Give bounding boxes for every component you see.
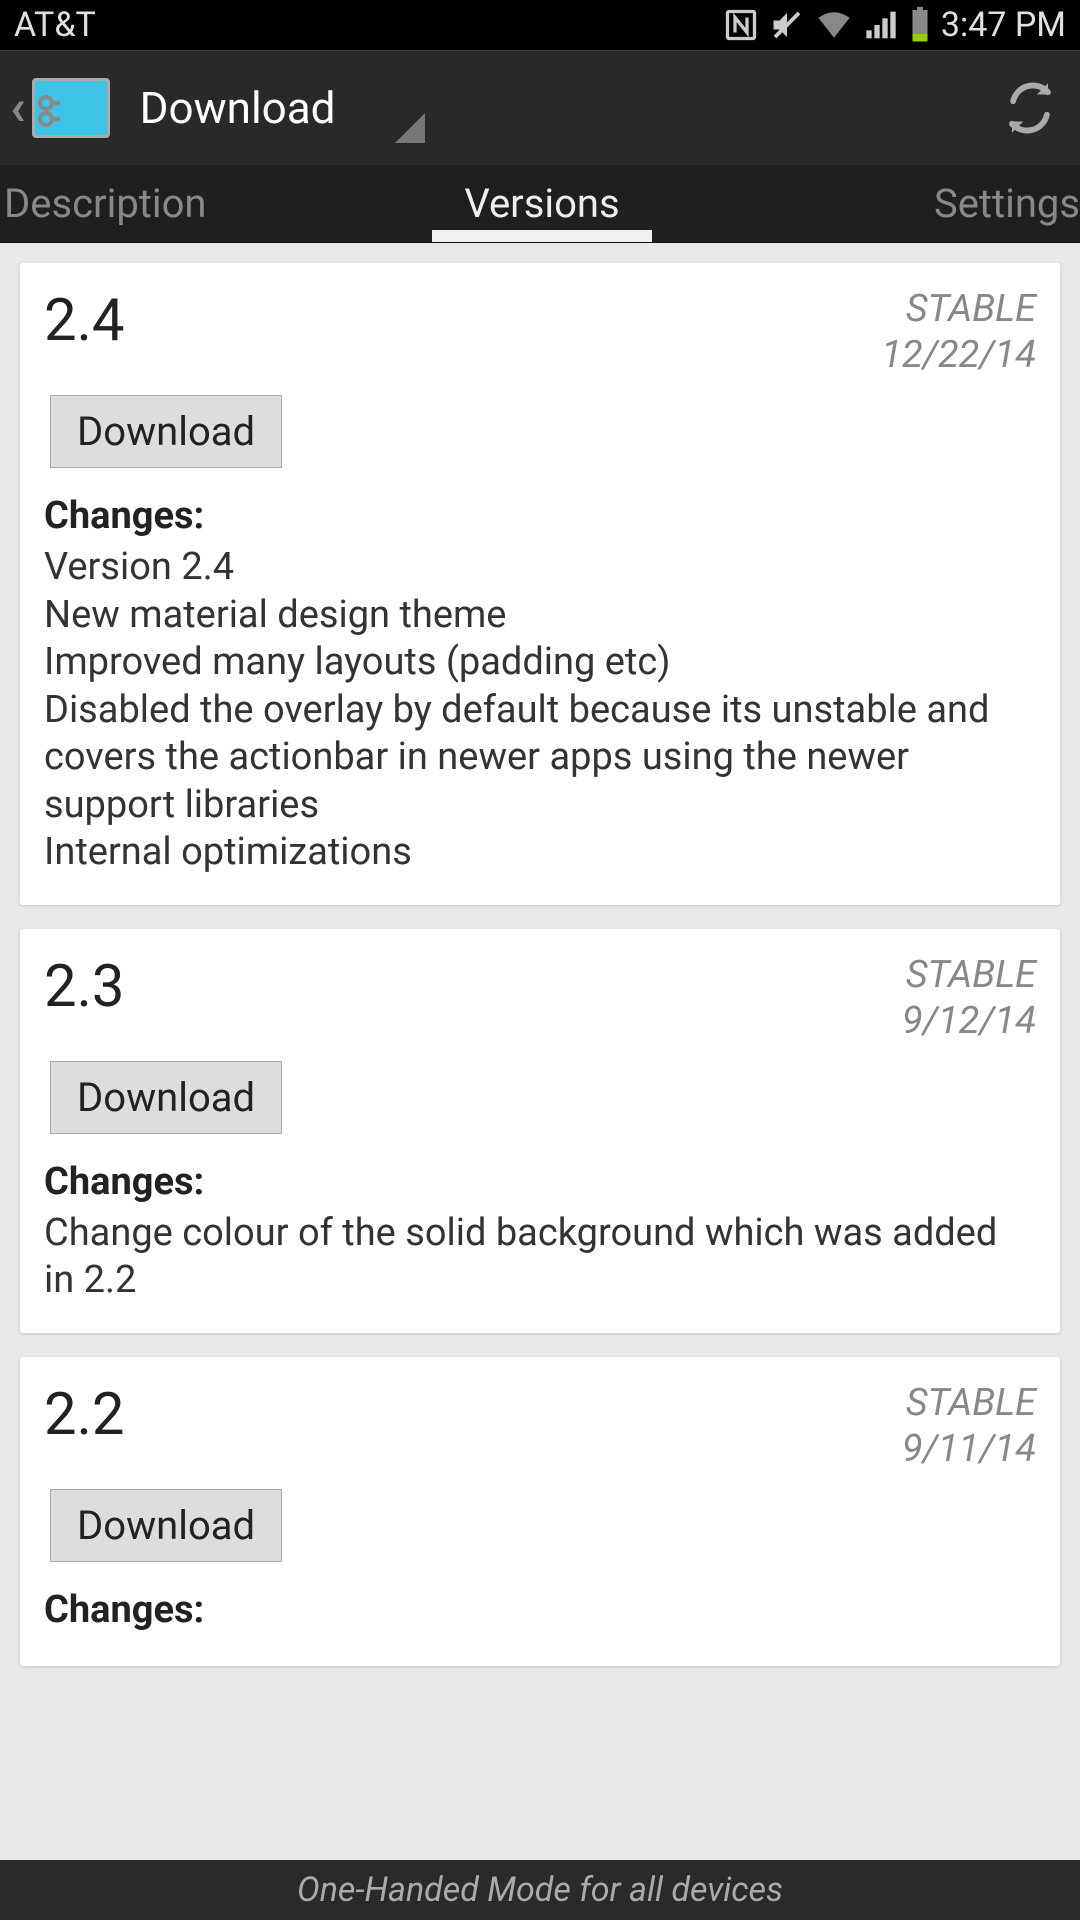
release-date: 9/11/14	[902, 1427, 1036, 1471]
release-date: 9/12/14	[902, 999, 1036, 1043]
tab-bar: Description Versions Settings	[0, 165, 1080, 243]
stability-label: STABLE	[902, 1381, 1036, 1425]
version-number: 2.4	[44, 287, 125, 355]
changes-text: Change colour of the solid background wh…	[44, 1210, 1036, 1305]
stability-label: STABLE	[881, 287, 1036, 331]
mute-icon	[769, 7, 805, 43]
download-button[interactable]: Download	[50, 395, 282, 468]
versions-list[interactable]: 2.4 STABLE 12/22/14 Download Changes: Ve…	[0, 243, 1080, 1860]
wifi-icon	[815, 8, 853, 42]
changes-text: Version 2.4 New material design theme Im…	[44, 544, 1036, 877]
tab-settings[interactable]: Settings	[721, 165, 1080, 242]
nfc-icon	[723, 7, 759, 43]
signal-icon	[863, 9, 899, 41]
version-card: 2.2 STABLE 9/11/14 Download Changes:	[20, 1357, 1060, 1666]
version-card: 2.3 STABLE 9/12/14 Download Changes: Cha…	[20, 929, 1060, 1333]
stability-label: STABLE	[902, 953, 1036, 997]
carrier-label: AT&T	[14, 5, 96, 45]
dropdown-indicator-icon[interactable]	[395, 113, 425, 143]
changes-heading: Changes:	[44, 1588, 1036, 1632]
tab-versions-label: Versions	[464, 180, 619, 227]
clock-label: 3:47 PM	[941, 5, 1066, 45]
action-bar: ‹ Download	[0, 50, 1080, 165]
download-button[interactable]: Download	[50, 1061, 282, 1134]
back-button[interactable]: ‹	[10, 79, 32, 137]
changes-heading: Changes:	[44, 1160, 1036, 1204]
version-number: 2.3	[44, 953, 125, 1021]
battery-icon	[909, 7, 931, 43]
page-title: Download	[140, 82, 336, 134]
status-bar: AT&T 3:47 PM	[0, 0, 1080, 50]
footer-bar: One-Handed Mode for all devices	[0, 1860, 1080, 1920]
download-button[interactable]: Download	[50, 1489, 282, 1562]
version-number: 2.2	[44, 1381, 125, 1449]
tab-description-label: Description	[4, 180, 207, 227]
release-date: 12/22/14	[881, 333, 1036, 377]
status-icons: 3:47 PM	[723, 5, 1066, 45]
app-icon[interactable]	[32, 78, 110, 138]
refresh-button[interactable]	[1000, 78, 1060, 138]
tab-versions[interactable]: Versions	[363, 165, 722, 242]
tab-settings-label: Settings	[934, 180, 1080, 227]
tab-description[interactable]: Description	[0, 165, 363, 242]
changes-heading: Changes:	[44, 494, 1036, 538]
version-card: 2.4 STABLE 12/22/14 Download Changes: Ve…	[20, 263, 1060, 905]
footer-text: One-Handed Mode for all devices	[297, 1870, 783, 1910]
